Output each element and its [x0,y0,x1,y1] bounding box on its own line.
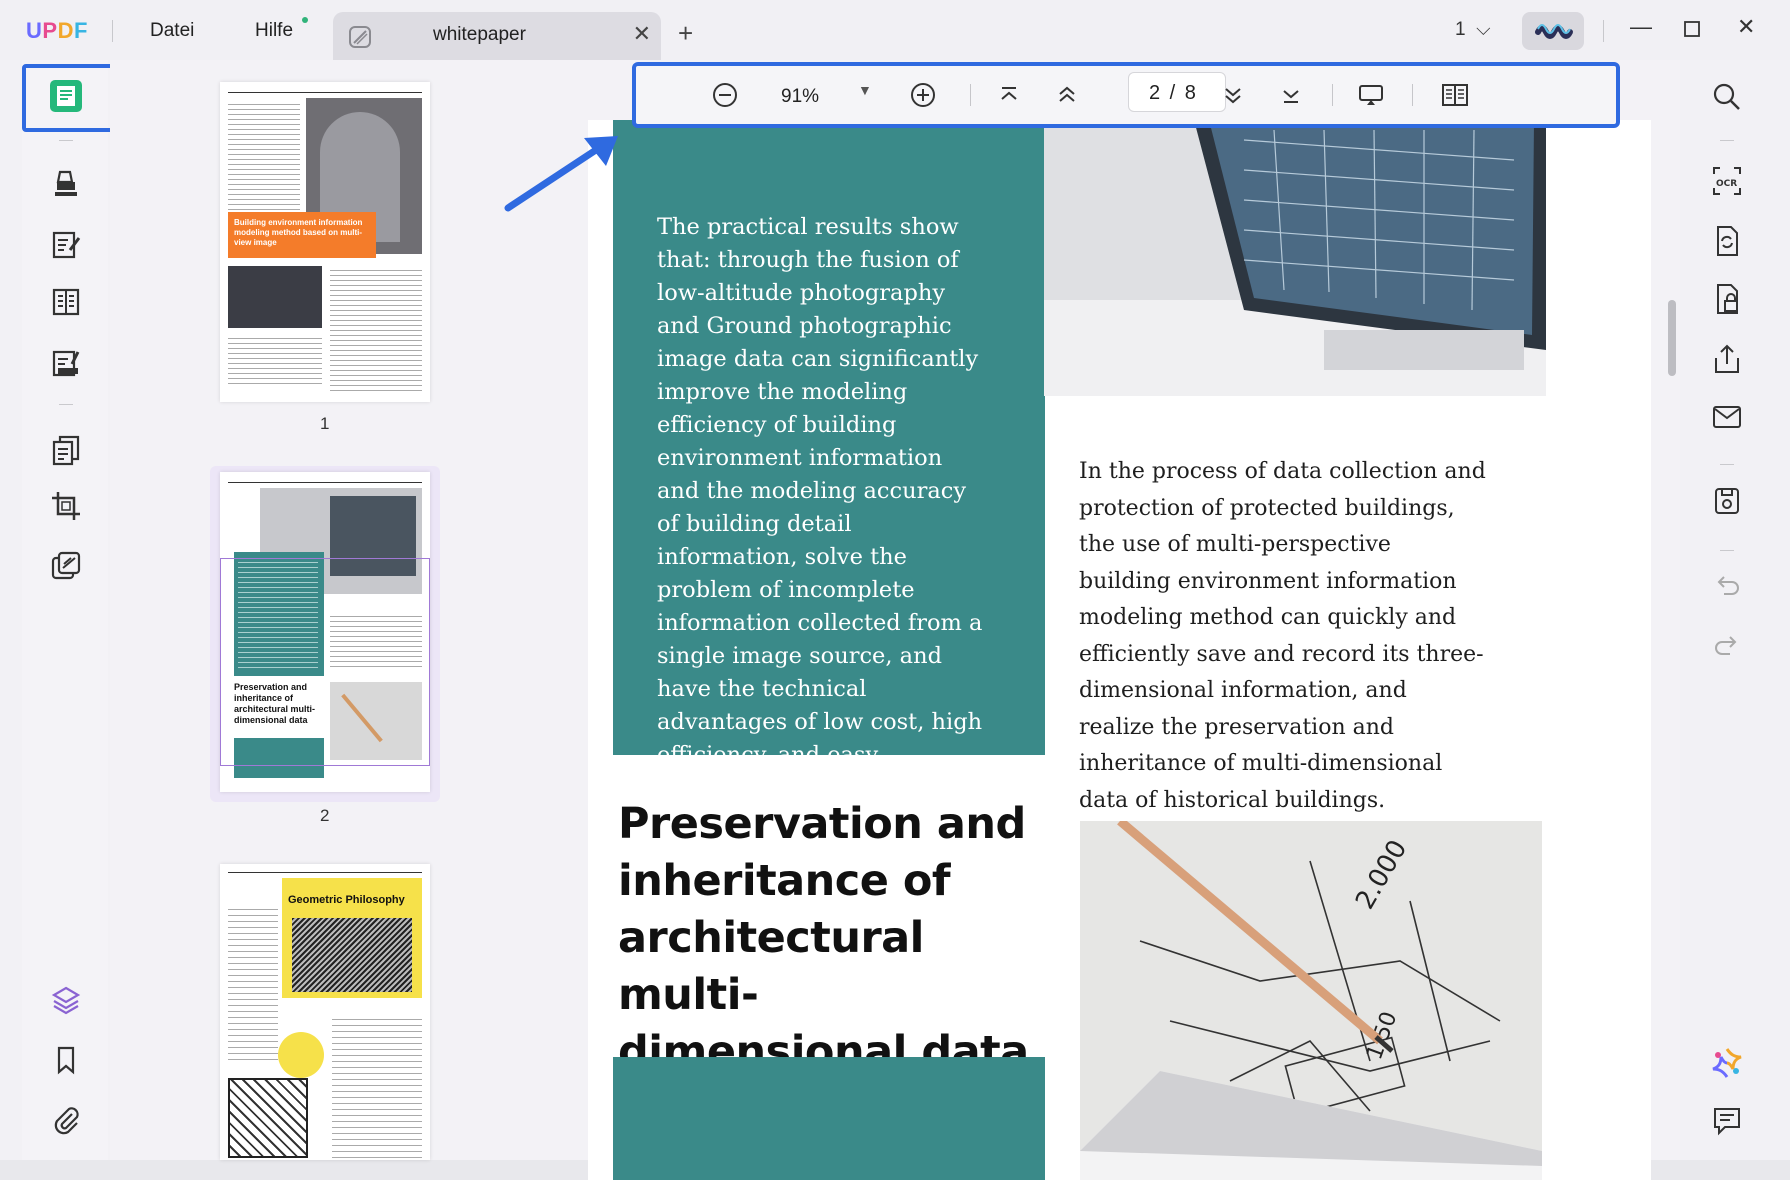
update-dot [302,17,308,23]
previous-page-icon[interactable] [1052,80,1082,110]
rail-divider [59,140,73,141]
thumbnail-page-2[interactable]: Preservation and inheritance of architec… [220,472,430,792]
save-icon[interactable] [1710,484,1744,518]
document-tab[interactable]: whitepaper ✕ [333,12,661,60]
zoom-dropdown-icon[interactable]: ▼ [858,82,872,98]
blueprint-photo: 2.000 1.50 [1080,821,1542,1180]
rail-divider [1720,464,1734,465]
title-divider-right [1603,20,1604,42]
email-icon[interactable] [1710,400,1744,434]
next-page-icon[interactable] [1218,80,1248,110]
convert-icon[interactable] [1710,224,1744,258]
page-display-icon[interactable] [1440,80,1470,110]
vertical-scrollbar[interactable] [1668,300,1676,376]
protect-icon[interactable] [1710,282,1744,316]
pages-icon[interactable] [50,434,82,466]
organize-icon[interactable] [50,286,82,318]
thumbnail-page-3[interactable]: Geometric Philosophy [220,864,430,1160]
avatar[interactable] [1522,12,1584,50]
pointer-arrow [500,132,630,212]
toolbar-divider [970,84,971,106]
pdf-page: The practical results show that: through… [588,120,1651,1180]
toolbar-divider [1412,84,1413,106]
menu-datei[interactable]: Datei [150,20,194,42]
svg-text:OCR: OCR [1716,179,1737,189]
search-icon[interactable] [1710,80,1744,114]
minimize-icon[interactable]: — [1630,14,1652,40]
thumbnail-number: 1 [320,414,330,433]
last-page-icon[interactable] [1276,80,1306,110]
redo-icon[interactable] [1710,628,1744,662]
zoom-in-icon[interactable] [908,80,938,110]
zoom-out-icon[interactable] [710,80,740,110]
undo-icon[interactable] [1710,568,1744,602]
thumbnail-title: Building environment information modelin… [228,212,376,258]
updf-window: UPDF Datei Hilfe whitepaper ✕ + 1 ⌵ — ✕ [0,0,1790,1180]
tab-close-icon[interactable]: ✕ [633,21,651,47]
title-divider [112,20,113,42]
rail-divider [1720,550,1734,551]
watermark-icon[interactable] [50,550,82,582]
rail-divider [59,404,73,405]
comment-icon[interactable] [1710,1104,1744,1138]
new-tab-icon[interactable]: + [678,18,693,49]
close-window-icon[interactable]: ✕ [1737,14,1755,40]
right-paragraph: In the process of data collection and pr… [1079,459,1486,813]
left-tool-rail [22,60,108,1160]
toolbar-divider [1332,84,1333,106]
window-count[interactable]: 1 ⌵ [1455,19,1491,41]
page-indicator: 2 / 8 [1149,82,1198,104]
tab-title: whitepaper [433,24,526,45]
tab-edit-icon [347,24,373,50]
crop-icon[interactable] [50,490,82,522]
ocr-icon[interactable]: OCR [1710,164,1744,198]
attachment-icon[interactable] [50,1104,82,1136]
right-tool-rail: OCR [1680,60,1790,1160]
app-logo: UPDF [26,18,88,43]
title-bar: UPDF Datei Hilfe whitepaper ✕ + 1 ⌵ — ✕ [0,0,1790,60]
bookmark-icon[interactable] [50,1044,82,1076]
zoom-level[interactable]: 91% [781,86,819,108]
teal-paragraph: The practical results show that: through… [657,214,983,801]
thumbnail-number: 2 [320,806,330,825]
monitor-photo [1044,120,1546,396]
share-icon[interactable] [1710,342,1744,376]
teal-bottom-block [613,1057,1045,1180]
menu-hilfe[interactable]: Hilfe [255,20,293,42]
layers-icon[interactable] [50,984,82,1016]
fill-sign-icon[interactable] [50,346,82,378]
thumbnail-title: Geometric Philosophy [288,894,405,906]
section-heading: Preservation and inheritance of architec… [618,799,1029,1077]
ai-icon[interactable] [1710,1046,1744,1080]
rail-divider [1720,140,1734,141]
first-page-icon[interactable] [994,80,1024,110]
page-number-input[interactable]: 2 / 8 [1128,72,1226,112]
thumbnail-panel: Building environment information modelin… [110,60,558,1160]
document-area: The practical results show that: through… [558,60,1680,1180]
maximize-icon[interactable] [1683,14,1701,38]
view-toolbar: 91% ▼ 2 / 8 [632,62,1620,128]
highlighter-icon[interactable] [50,168,82,200]
presentation-icon[interactable] [1356,80,1386,110]
thumbnail-page-1[interactable]: Building environment information modelin… [220,82,430,402]
edit-pdf-icon[interactable] [50,228,82,260]
